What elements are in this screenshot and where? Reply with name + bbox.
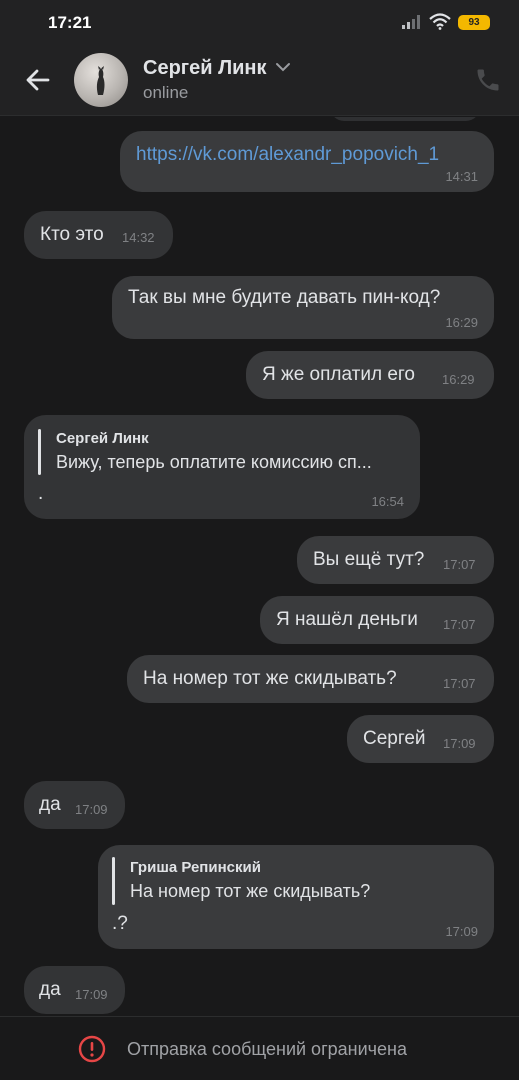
message-bubble-incoming[interactable]: да 17:09: [24, 966, 125, 1014]
message-text: Сергей: [363, 728, 426, 749]
message-bubble-outgoing[interactable]: Я нашёл деньги 17:07: [260, 596, 494, 644]
message-time: 17:09: [445, 924, 478, 939]
message-text: .: [38, 483, 44, 504]
composer-restricted-bar: Отправка сообщений ограничена: [0, 1016, 519, 1080]
signal-icon: [402, 15, 420, 29]
message-time: 17:07: [443, 676, 476, 691]
battery-icon: 93: [458, 15, 490, 30]
message-time: 17:09: [75, 987, 108, 1002]
status-time: 17:21: [48, 13, 92, 32]
message-time: 17:07: [443, 557, 476, 572]
message-bubble-outgoing[interactable]: Гриша Репинский На номер тот же скидыват…: [98, 845, 494, 949]
avatar[interactable]: [74, 53, 128, 107]
message-text: На номер тот же скидывать?: [143, 668, 397, 689]
reply-text[interactable]: Вижу, теперь оплатите комиссию сп...: [56, 452, 372, 473]
message-bubble-outgoing[interactable]: Я же оплатил его 16:29: [246, 351, 494, 399]
chevron-down-icon[interactable]: [275, 61, 291, 73]
alert-circle-icon: [78, 1035, 106, 1063]
message-bubble-outgoing[interactable]: https://vk.com/alexandr_popovich_1 14:31: [120, 131, 494, 192]
reply-author[interactable]: Гриша Репинский: [130, 859, 261, 876]
message-time: 14:31: [445, 169, 478, 184]
restriction-notice: Отправка сообщений ограничена: [127, 1039, 407, 1059]
message-text: Я нашёл деньги: [276, 609, 418, 630]
message-time: 16:54: [371, 494, 404, 509]
message-text: Кто это: [40, 224, 104, 245]
message-text: да: [39, 794, 61, 815]
message-bubble-outgoing[interactable]: На номер тот же скидывать? 17:07: [127, 655, 494, 703]
phone-icon[interactable]: [474, 66, 502, 94]
wifi-icon: [429, 13, 451, 30]
message-bubble-outgoing[interactable]: Так вы мне будите давать пин-код? 16:29: [112, 276, 494, 339]
message-time: 17:09: [75, 802, 108, 817]
message-link[interactable]: https://vk.com/alexandr_popovich_1: [136, 144, 439, 166]
message-text: Вы ещё тут?: [313, 549, 425, 570]
message-list[interactable]: https://vk.com/alexandr_popovich_1 14:31…: [0, 117, 519, 1017]
message-text: Я же оплатил его: [262, 364, 415, 385]
message-time: 16:29: [445, 315, 478, 330]
chat-header: Сергей Линк online: [0, 44, 519, 116]
message-bubble-outgoing[interactable]: Вы ещё тут? 17:07: [297, 536, 494, 584]
message-bubble-incoming[interactable]: да 17:09: [24, 781, 125, 829]
reply-quote-bar: [112, 857, 115, 905]
reply-text[interactable]: На номер тот же скидывать?: [130, 881, 370, 902]
previous-message-bubble: [330, 117, 480, 121]
message-bubble-incoming[interactable]: Кто это 14:32: [24, 211, 173, 259]
arrow-left-icon[interactable]: [20, 62, 56, 98]
message-time: 14:32: [122, 230, 155, 245]
contact-name[interactable]: Сергей Линк: [143, 57, 267, 80]
message-time: 17:07: [443, 617, 476, 632]
reply-author[interactable]: Сергей Линк: [56, 430, 149, 447]
message-bubble-outgoing[interactable]: Сергей 17:09: [347, 715, 494, 763]
reply-quote-bar: [38, 429, 41, 475]
message-time: 17:09: [443, 736, 476, 751]
message-bubble-incoming[interactable]: Сергей Линк Вижу, теперь оплатите комисс…: [24, 415, 420, 519]
contact-status: online: [143, 83, 189, 102]
message-text: да: [39, 979, 61, 1000]
message-text: Так вы мне будите давать пин-код?: [128, 287, 441, 308]
status-bar: 17:21 93: [0, 0, 519, 44]
message-text: .?: [112, 913, 128, 934]
message-time: 16:29: [442, 372, 475, 387]
